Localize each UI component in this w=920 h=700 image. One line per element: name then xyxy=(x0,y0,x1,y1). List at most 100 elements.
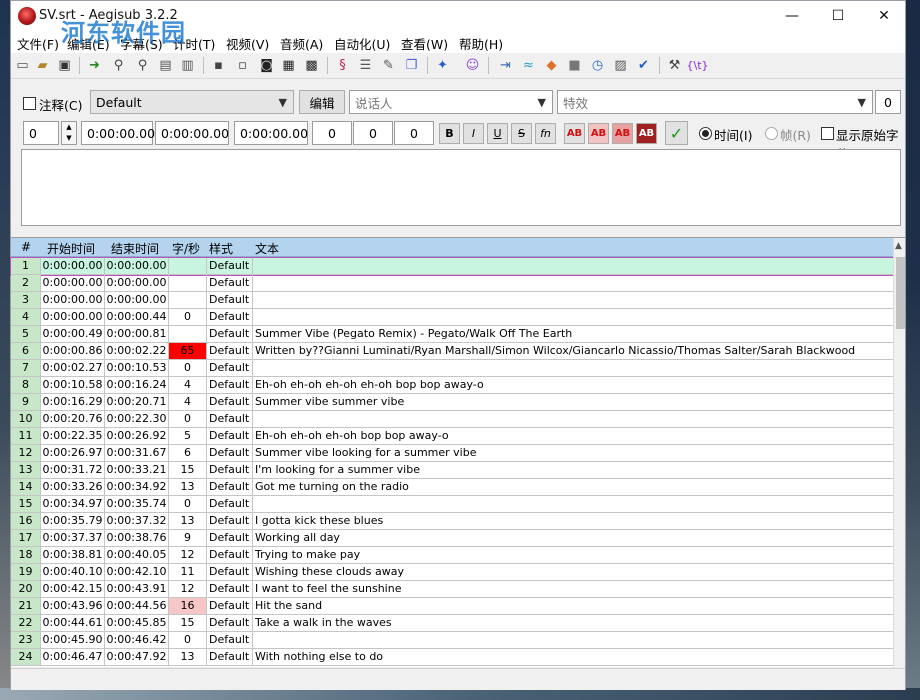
col-style[interactable]: 样式 xyxy=(209,240,233,257)
table-row[interactable]: 11 0:00:22.35 0:00:26.92 5 Default Eh-oh eh-o… xyxy=(11,428,893,445)
zoom-in-icon[interactable]: ⚲ xyxy=(109,56,128,75)
snap-icon[interactable]: ▤ xyxy=(156,56,175,75)
outline-color-button[interactable]: AB xyxy=(612,123,633,144)
table-row[interactable]: 18 0:00:38.81 0:00:40.05 12 Default Trying to… xyxy=(11,547,893,564)
primary-color-button[interactable]: AB xyxy=(564,123,585,144)
table-row[interactable]: 17 0:00:37.37 0:00:38.76 9 Default Working al… xyxy=(11,530,893,547)
spin-down-icon[interactable]: ▼ xyxy=(62,133,76,144)
script-icon[interactable]: ▩ xyxy=(302,56,321,75)
end-time-input[interactable]: 0:00:00.00 xyxy=(155,121,229,145)
menu-view[interactable]: 查看(W) xyxy=(401,34,448,53)
new-file-icon[interactable]: ▭ xyxy=(13,56,32,75)
table-row[interactable]: 10 0:00:20.76 0:00:22.30 0 Default xyxy=(11,411,893,428)
table-row[interactable]: 14 0:00:33.26 0:00:34.92 13 Default Got me tu… xyxy=(11,479,893,496)
image-icon[interactable]: ▨ xyxy=(611,56,630,75)
strikeout-button[interactable]: S xyxy=(511,123,532,144)
menu-help[interactable]: 帮助(H) xyxy=(459,34,503,53)
close-button[interactable]: ✕ xyxy=(861,1,907,31)
jump-icon[interactable]: ➜ xyxy=(85,56,104,75)
table-row[interactable]: 8 0:00:10.58 0:00:16.24 4 Default Eh-oh eh-oh… xyxy=(11,377,893,394)
comment-checkbox[interactable] xyxy=(23,97,36,110)
italic-button[interactable]: I xyxy=(463,123,484,144)
font-button[interactable]: fn xyxy=(535,123,556,144)
stop-icon[interactable]: ■ xyxy=(565,56,584,75)
table-row[interactable]: 20 0:00:42.15 0:00:43.91 12 Default I want to… xyxy=(11,581,893,598)
subtitle-text-area[interactable] xyxy=(21,149,901,226)
tag-icon[interactable]: {\t} xyxy=(686,56,708,75)
underline-button[interactable]: U xyxy=(487,123,508,144)
start-time-input[interactable]: 0:00:00.00 xyxy=(81,121,155,145)
film-icon[interactable]: ◙ xyxy=(257,56,276,75)
clipboard-icon[interactable]: ▥ xyxy=(178,56,197,75)
table-row[interactable]: 12 0:00:26.97 0:00:31.67 6 Default Summer vib… xyxy=(11,445,893,462)
maximize-button[interactable]: ☐ xyxy=(815,1,861,31)
effect-input[interactable]: 特效 ▼ xyxy=(557,90,873,114)
col-end-time[interactable]: 结束时间 xyxy=(111,240,159,257)
col-cps[interactable]: 字/秒 xyxy=(172,240,200,257)
subtitle-grid[interactable]: # 开始时间 结束时间 字/秒 样式 文本 1 0:00:00.00 0:00:00… xyxy=(10,237,905,668)
table-row[interactable]: 13 0:00:31.72 0:00:33.21 15 Default I'm looki… xyxy=(11,462,893,479)
scrollbar-thumb[interactable] xyxy=(896,257,905,329)
table-row[interactable]: 4 0:00:00.00 0:00:00.44 0 Default xyxy=(11,309,893,326)
spin-up-icon[interactable]: ▲ xyxy=(62,122,76,133)
copy-icon[interactable]: ❐ xyxy=(402,56,421,75)
actor-input[interactable]: 说话人 ▼ xyxy=(349,90,553,114)
table-row[interactable]: 2 0:00:00.00 0:00:00.00 Default xyxy=(11,275,893,292)
styles-icon[interactable]: § xyxy=(333,56,352,75)
keyframe-icon[interactable]: ▦ xyxy=(279,56,298,75)
frame-radio[interactable] xyxy=(765,127,778,140)
audio-icon[interactable]: ▫ xyxy=(233,56,252,75)
tools-icon[interactable]: ⚒ xyxy=(665,56,684,75)
layer-input[interactable]: 0 xyxy=(875,90,901,114)
puzzle-icon[interactable]: ✦ xyxy=(433,56,452,75)
minimize-button[interactable]: — xyxy=(769,1,815,31)
edit-style-button[interactable]: 编辑 xyxy=(299,90,345,114)
table-row[interactable]: 21 0:00:43.96 0:00:44.56 16 Default Hit the s… xyxy=(11,598,893,615)
menu-file[interactable]: 文件(F) xyxy=(17,34,59,53)
shadow-color-button[interactable]: AB xyxy=(636,123,657,144)
table-row[interactable]: 22 0:00:44.61 0:00:45.85 15 Default Take a wa… xyxy=(11,615,893,632)
notes-icon[interactable]: ☰ xyxy=(356,56,375,75)
face-icon[interactable]: ☺ xyxy=(463,56,482,75)
save-icon[interactable]: ▣ xyxy=(55,56,74,75)
table-row[interactable]: 7 0:00:02.27 0:00:10.53 0 Default xyxy=(11,360,893,377)
open-file-icon[interactable]: ▰ xyxy=(33,56,52,75)
margin-right-input[interactable]: 0 xyxy=(353,121,393,145)
zoom-out-icon[interactable]: ⚲ xyxy=(133,56,152,75)
time-radio[interactable] xyxy=(699,127,712,140)
table-row[interactable]: 6 0:00:00.86 0:00:02.22 65 Default Written by… xyxy=(11,343,893,360)
bold-button[interactable]: B xyxy=(439,123,460,144)
table-row[interactable]: 15 0:00:34.97 0:00:35.74 0 Default xyxy=(11,496,893,513)
shift-icon[interactable]: ⇥ xyxy=(496,56,515,75)
col-text[interactable]: 文本 xyxy=(255,240,279,257)
wave-icon[interactable]: ≈ xyxy=(519,56,538,75)
col-number[interactable]: # xyxy=(21,240,31,254)
timer-icon[interactable]: ◷ xyxy=(588,56,607,75)
show-original-checkbox[interactable] xyxy=(821,127,834,140)
table-row[interactable]: 5 0:00:00.49 0:00:00.81 Default Summer Vibe … xyxy=(11,326,893,343)
check-icon[interactable]: ✔ xyxy=(634,56,653,75)
table-row[interactable]: 24 0:00:46.47 0:00:47.92 13 Default With noth… xyxy=(11,649,893,666)
duration-input[interactable]: 0:00:00.00 xyxy=(234,121,308,145)
table-row[interactable]: 19 0:00:40.10 0:00:42.10 11 Default Wishing t… xyxy=(11,564,893,581)
table-row[interactable]: 3 0:00:00.00 0:00:00.00 Default xyxy=(11,292,893,309)
menu-audio[interactable]: 音频(A) xyxy=(280,34,323,53)
table-row[interactable]: 16 0:00:35.79 0:00:37.32 13 Default I gotta k… xyxy=(11,513,893,530)
table-row[interactable]: 9 0:00:16.29 0:00:20.71 4 Default Summer vibe… xyxy=(11,394,893,411)
table-row[interactable]: 23 0:00:45.90 0:00:46.42 0 Default xyxy=(11,632,893,649)
menu-video[interactable]: 视频(V) xyxy=(226,34,269,53)
table-row[interactable]: 1 0:00:00.00 0:00:00.00 Default xyxy=(10,257,894,276)
style-dropdown[interactable]: Default ▼ xyxy=(90,90,294,114)
margin-vertical-input[interactable]: 0 xyxy=(394,121,434,145)
pencil-icon[interactable]: ✎ xyxy=(379,56,398,75)
col-start-time[interactable]: 开始时间 xyxy=(47,240,95,257)
menu-automation[interactable]: 自动化(U) xyxy=(334,34,390,53)
fish-icon[interactable]: ◆ xyxy=(542,56,561,75)
video-icon[interactable]: ▪ xyxy=(209,56,228,75)
commit-button[interactable]: ✓ xyxy=(665,121,688,145)
secondary-color-button[interactable]: AB xyxy=(588,123,609,144)
layer-spin-input[interactable]: 0 xyxy=(23,121,59,145)
layer-spinner[interactable]: ▲ ▼ xyxy=(61,121,77,145)
margin-left-input[interactable]: 0 xyxy=(312,121,352,145)
scroll-up-icon[interactable]: ▲ xyxy=(895,241,902,251)
